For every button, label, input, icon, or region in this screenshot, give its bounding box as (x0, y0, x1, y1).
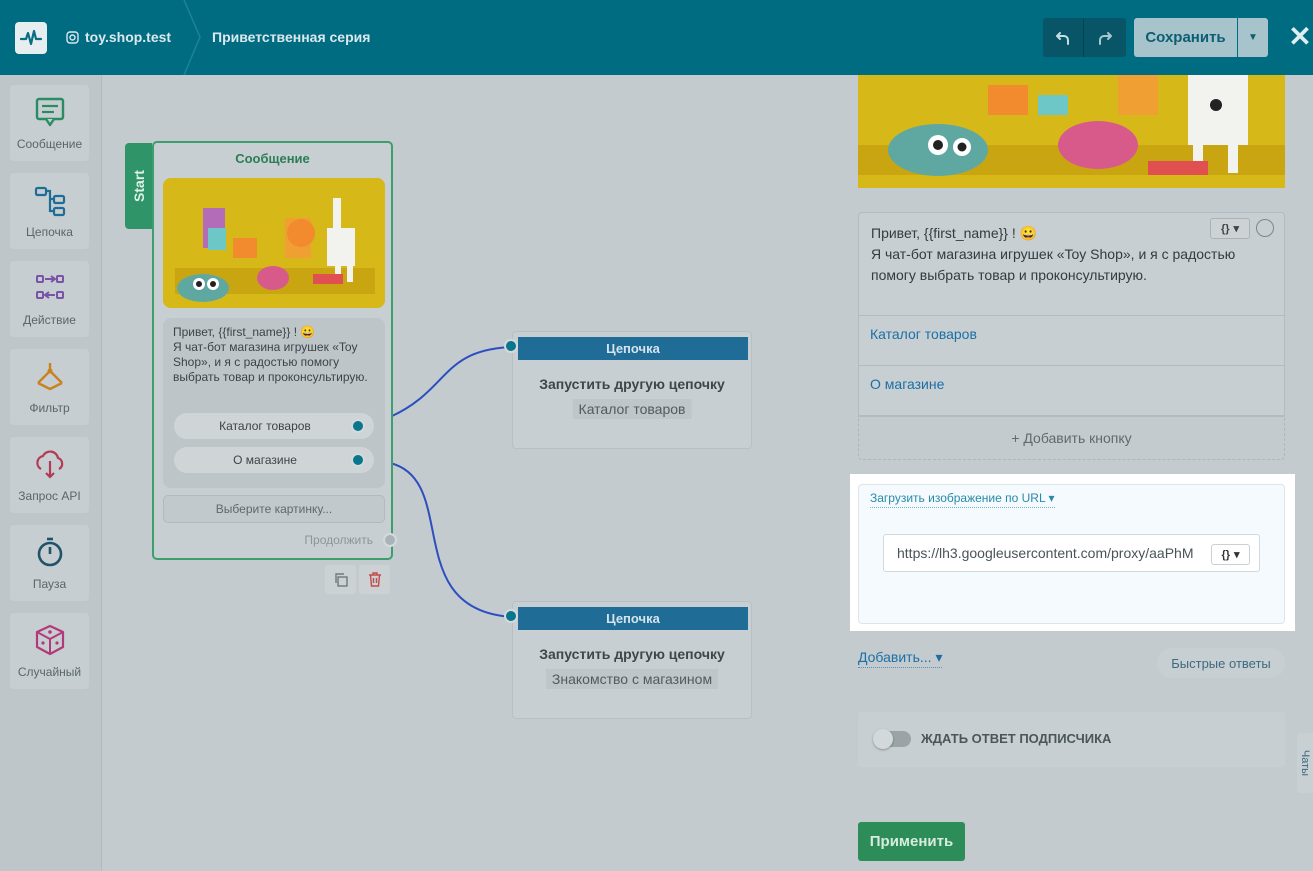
image-url-input[interactable]: https://lh3.googleusercontent.com/proxy/… (883, 534, 1260, 572)
message-icon (35, 97, 64, 127)
tool-chain[interactable]: Цепочка (10, 173, 89, 249)
tool-random[interactable]: Случайный (10, 613, 89, 689)
tool-label: Запрос API (18, 489, 81, 503)
input-port-chain-catalog[interactable] (504, 339, 518, 353)
message-node-button-catalog[interactable]: Каталог товаров (174, 413, 374, 439)
image-url-mode-label: Загрузить изображение по URL (870, 491, 1046, 505)
toy-image-large (858, 75, 1285, 188)
wait-reply-label: ЖДАТЬ ОТВЕТ ПОДПИСЧИКА (921, 731, 1112, 746)
undo-icon (1056, 31, 1069, 45)
quick-replies-button[interactable]: Быстрые ответы (1157, 648, 1285, 678)
chain-node-title: Цепочка (518, 337, 748, 360)
breadcrumb-separator (183, 0, 201, 75)
panel-button-label: Каталог товаров (870, 326, 977, 342)
chats-side-tab[interactable]: Чаты (1297, 733, 1313, 793)
apply-button[interactable]: Применить (858, 822, 965, 861)
chain-target-tag: Каталог товаров (572, 399, 692, 419)
action-icon (35, 275, 64, 299)
undo-redo-group (1043, 18, 1126, 57)
node-toolbar: Сообщение Цепочка Действие Фильтр Запрос… (0, 75, 102, 871)
variable-braces-icon: {} (1221, 548, 1231, 561)
message-node-button-about[interactable]: О магазине (174, 447, 374, 473)
close-button[interactable]: ✕ (1287, 22, 1313, 52)
start-label: Start (130, 170, 147, 202)
tool-pause[interactable]: Пауза (10, 525, 89, 601)
tool-api-request[interactable]: Запрос API (10, 437, 89, 513)
output-port-about[interactable] (351, 453, 365, 467)
button-label: О магазине (233, 453, 297, 467)
add-content-label: Добавить... (858, 649, 932, 665)
filter-icon (36, 363, 63, 391)
tool-message[interactable]: Сообщение (10, 85, 89, 161)
account-link[interactable]: toy.shop.test (66, 29, 171, 45)
tool-label: Сообщение (16, 137, 83, 151)
emoji-picker-icon[interactable] (1256, 219, 1274, 237)
tool-label: Фильтр (29, 401, 70, 415)
chain-node-subtitle: Запустить другую цепочку (539, 376, 725, 392)
caret-down-icon: ▼ (1248, 32, 1258, 43)
caret-down-icon: ▾ (1233, 223, 1240, 235)
chain-node-about[interactable]: Цепочка Запустить другую цепочку Знакомс… (512, 601, 752, 719)
close-icon: ✕ (1288, 21, 1312, 52)
continue-label: Продолжить (304, 533, 373, 547)
caret-down-icon: ▾ (1234, 549, 1240, 561)
copy-icon (334, 572, 348, 587)
dice-icon (35, 624, 64, 656)
chain-node-subtitle: Запустить другую цепочку (539, 646, 725, 662)
save-options-button[interactable]: ▼ (1238, 18, 1268, 57)
panel-button-label: О магазине (870, 376, 945, 392)
delete-node-button[interactable] (359, 565, 390, 594)
add-button-button[interactable]: + Добавить кнопку (858, 416, 1285, 460)
button-label: Каталог товаров (219, 419, 311, 433)
message-node-image (163, 178, 385, 308)
undo-button[interactable] (1043, 18, 1084, 57)
stopwatch-icon (37, 537, 62, 567)
variable-braces-icon: {} (1220, 222, 1230, 235)
tool-label: Пауза (32, 577, 67, 591)
wait-reply-toggle[interactable] (873, 729, 911, 749)
account-name: toy.shop.test (85, 29, 172, 45)
save-button[interactable]: Сохранить (1134, 18, 1237, 57)
tool-label: Цепочка (26, 225, 73, 239)
copy-node-button[interactable] (325, 565, 356, 594)
node-actions (325, 565, 390, 594)
message-node-text: Привет, {{first_name}} ! 😀 Я чат-бот маг… (173, 325, 368, 384)
caret-down-icon: ▾ (935, 649, 943, 665)
chain-icon (34, 186, 65, 217)
chats-tab-label: Чаты (1299, 749, 1311, 777)
panel-message-image[interactable] (858, 75, 1285, 188)
output-port-catalog[interactable] (351, 419, 365, 433)
pulse-icon (20, 29, 42, 46)
chain-target-tag: Знакомство с магазином (545, 669, 719, 689)
panel-button-about[interactable]: О магазине (858, 366, 1285, 416)
start-marker: Start (125, 143, 152, 229)
url-insert-variable-button[interactable]: {} ▾ (1211, 544, 1250, 565)
chain-node-catalog[interactable]: Цепочка Запустить другую цепочку Каталог… (512, 331, 752, 449)
instagram-icon (66, 30, 79, 44)
image-url-mode-dropdown[interactable]: Загрузить изображение по URL ▾ (870, 491, 1055, 508)
chain-node-title: Цепочка (518, 607, 748, 630)
app-logo-button[interactable] (15, 22, 47, 54)
redo-button[interactable] (1084, 18, 1125, 57)
redo-icon (1098, 31, 1112, 45)
toy-image (163, 178, 385, 308)
flow-title: Приветственная серия (212, 29, 371, 45)
tool-action[interactable]: Действие (10, 261, 89, 337)
tool-label: Случайный (17, 665, 82, 679)
top-bar: toy.shop.test Приветственная серия Сохра… (0, 0, 1313, 75)
panel-button-catalog[interactable]: Каталог товаров (858, 316, 1285, 366)
api-request-icon (35, 450, 63, 479)
input-port-chain-about[interactable] (504, 609, 518, 623)
message-node-title: Сообщение (235, 151, 310, 166)
insert-variable-button[interactable]: {} ▾ (1210, 218, 1250, 239)
caret-down-icon: ▾ (1048, 491, 1055, 505)
output-port-continue[interactable] (383, 533, 397, 547)
message-node[interactable]: Сообщение Привет, {{first_name}} ! 😀 Я ч… (152, 141, 397, 560)
tool-label: Действие (23, 313, 76, 327)
tool-filter[interactable]: Фильтр (10, 349, 89, 425)
add-content-dropdown[interactable]: Добавить... ▾ (858, 649, 943, 668)
pick-image-button[interactable]: Выберите картинку... (163, 495, 385, 523)
trash-icon (368, 572, 381, 587)
